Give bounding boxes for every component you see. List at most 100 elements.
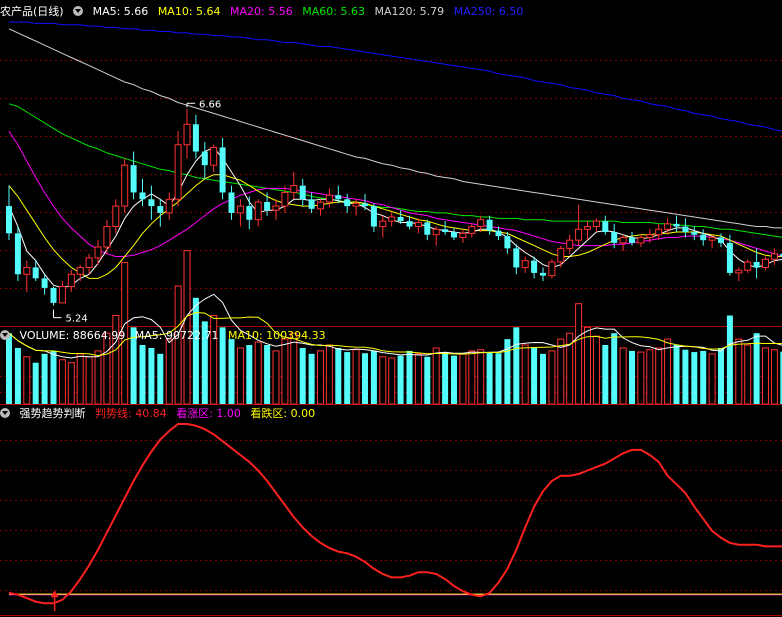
candle-body-up xyxy=(272,205,280,211)
indicator-panel-header: 强势趋势判断 判势线: 40.84 看涨区: 1.00 看跌区: 0.00 xyxy=(0,407,321,421)
volume-bar-down xyxy=(228,339,235,404)
candle-body-up xyxy=(112,205,120,228)
volume-bar-down xyxy=(397,355,404,404)
volume-bar-up xyxy=(67,362,75,405)
candle-body-up xyxy=(325,194,333,203)
volume-bar-up xyxy=(584,326,591,405)
chart-canvas[interactable]: 6.66 5.24 xyxy=(0,0,782,617)
volume-bar-down xyxy=(611,333,618,404)
volume-bar-up xyxy=(414,353,422,405)
ma10-label: MA10: 5.64 xyxy=(157,5,221,18)
volume-bar-up xyxy=(557,338,565,405)
volume-bar-down xyxy=(246,345,253,404)
candle-body-down xyxy=(299,185,306,200)
volume-bar-up xyxy=(548,350,556,405)
volume-bar-up xyxy=(23,356,31,405)
candle-body-down xyxy=(50,287,57,303)
candle-body-down xyxy=(406,221,413,227)
candle-body-down xyxy=(397,217,404,222)
volume-bar-down xyxy=(424,356,431,404)
candle-body-down xyxy=(32,267,39,279)
volume-bar-up xyxy=(655,347,663,405)
volume-bar-up xyxy=(521,344,529,405)
volume-bar-up xyxy=(94,350,102,405)
candle-body-down xyxy=(335,195,342,200)
volume-bar-down xyxy=(157,353,164,404)
candle-body-down xyxy=(602,221,609,232)
candle-body-up xyxy=(183,123,191,146)
volume-bar-down xyxy=(362,353,368,404)
candle-body-up xyxy=(379,220,387,228)
candle-body-up xyxy=(708,236,716,241)
volume-bar-up xyxy=(770,349,778,405)
ma20-label: MA20: 5.56 xyxy=(230,5,293,18)
candle-body-up xyxy=(121,164,129,207)
volume-bar-down xyxy=(602,345,609,404)
candle-body-down xyxy=(157,206,164,213)
candle-body-down xyxy=(14,233,21,275)
price-panel-header: 农产品(日线) MA5: 5.66 MA10: 5.64 MA20: 5.56 … xyxy=(0,5,529,19)
stock-chart-window: 6.66 5.24 农产品(日线) MA5: 5.66 MA10: 5.64 MA… xyxy=(0,0,782,617)
candle-body-up xyxy=(477,219,485,228)
candle-body-up xyxy=(210,146,218,166)
volume-bar-up xyxy=(592,335,600,405)
candle-body-down xyxy=(504,236,511,249)
candle-body-down xyxy=(540,272,546,276)
candle-body-down xyxy=(673,223,680,227)
volume-bar-down xyxy=(6,333,12,404)
ma250-line xyxy=(9,21,782,132)
volume-bar-up xyxy=(735,338,743,405)
volume-dropdown-icon[interactable] xyxy=(0,330,10,340)
candle-body-down xyxy=(442,229,449,232)
candle-body-up xyxy=(254,201,262,221)
volume-bar-down xyxy=(50,350,57,404)
candle-body-down xyxy=(451,232,457,238)
volume-bar-down xyxy=(540,353,546,404)
volume-bar-up xyxy=(762,347,769,405)
candle-body-down xyxy=(344,199,351,207)
candle-body-up xyxy=(735,269,743,274)
candle-body-down xyxy=(726,242,733,273)
volume-bar-up xyxy=(477,349,485,405)
volume-bar-up xyxy=(459,353,467,405)
volume-bar-down xyxy=(451,355,457,404)
candle-body-up xyxy=(459,232,467,238)
candle-body-up xyxy=(762,258,769,268)
candle-body-up xyxy=(575,228,583,241)
volume-bar-up xyxy=(646,349,654,405)
volume-bar-up xyxy=(183,250,191,405)
candle-body-up xyxy=(67,273,75,288)
volume-bar-up xyxy=(664,338,672,405)
price-title: 农产品(日线) xyxy=(0,5,64,18)
candle-body-down xyxy=(201,151,208,166)
candle-body-down xyxy=(139,192,146,200)
volume-bar-down xyxy=(486,352,493,404)
candle-body-up xyxy=(619,236,627,244)
volume-bar-down xyxy=(406,350,413,404)
indicator-dropdown-icon[interactable] xyxy=(0,408,10,418)
settings-dropdown-icon[interactable] xyxy=(73,6,84,16)
volume-bar-down xyxy=(264,345,271,404)
ma5-label: MA5: 5.66 xyxy=(92,5,149,18)
volume-bar-down xyxy=(726,315,733,404)
candle-body-up xyxy=(103,226,111,248)
candle-body-up xyxy=(352,202,360,207)
volume-bar-up xyxy=(236,347,244,405)
candle-body-up xyxy=(655,228,663,236)
volume-bar-up xyxy=(165,338,173,405)
volume-bar-down xyxy=(531,347,538,404)
volume-bar-up xyxy=(76,353,84,405)
volume-bar-up xyxy=(379,356,387,405)
candle-body-down xyxy=(192,124,199,152)
volume-bar-up xyxy=(272,350,280,405)
candle-body-up xyxy=(85,257,93,268)
volume-bar-up xyxy=(744,344,752,405)
volume-bar-down xyxy=(513,327,520,404)
candle-body-down xyxy=(682,226,689,232)
candle-body-up xyxy=(23,266,31,275)
volume-bar-up xyxy=(85,356,93,405)
high-price-label: 6.66 xyxy=(199,99,221,110)
candle-body-up xyxy=(432,228,440,236)
candle-body-up xyxy=(566,239,574,249)
candle-body-up xyxy=(76,266,84,275)
